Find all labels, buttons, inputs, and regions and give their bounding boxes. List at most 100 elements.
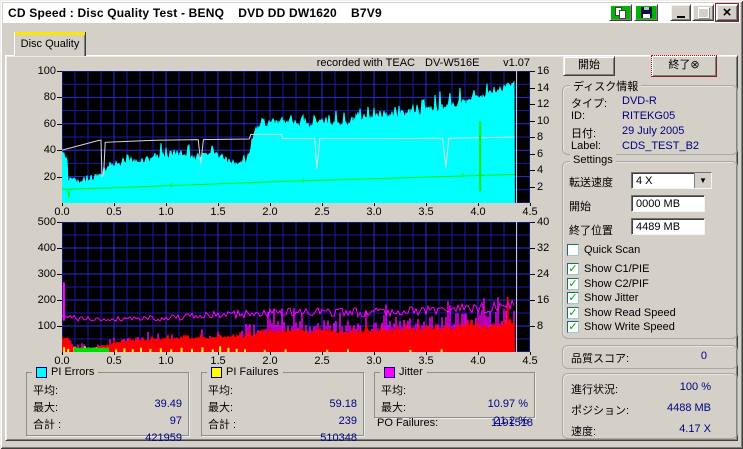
axis-tick-label: 2.5 xyxy=(314,206,330,218)
axis-tick-mark xyxy=(57,150,62,151)
close-button[interactable]: × xyxy=(716,4,738,21)
axis-tick-label: 0.5 xyxy=(106,355,122,367)
disc-info-row: ID: RITEKG05 xyxy=(571,110,733,123)
checkbox-box-icon: ✓ xyxy=(567,320,579,333)
progress-label: 速度: xyxy=(571,426,597,438)
axis-tick-mark xyxy=(426,203,427,206)
pi-errors-chart xyxy=(61,70,531,204)
settings-title: Settings xyxy=(570,154,616,166)
recorder-device-text: DV-W516E xyxy=(425,57,480,69)
exit-button[interactable]: 終了⊗ xyxy=(651,55,717,77)
axis-tick-label: 4.0 xyxy=(470,206,486,218)
axis-tick-mark xyxy=(530,104,535,105)
axis-tick-mark xyxy=(218,203,219,206)
quality-score-value: 0 xyxy=(700,350,707,362)
axis-tick-mark xyxy=(57,222,62,223)
checkbox-show-jitter[interactable]: ✓ Show Jitter xyxy=(567,291,638,304)
copy-button[interactable] xyxy=(609,4,632,21)
axis-tick-mark xyxy=(62,203,63,206)
axis-tick-label: 8 xyxy=(537,320,544,332)
checkbox-label: Show Read Speed xyxy=(584,306,676,319)
axis-tick-mark xyxy=(426,352,427,355)
disc-info-value: CDS_TEST_B2 xyxy=(622,140,700,152)
stat-label: 合計 : xyxy=(33,419,62,431)
version-text: v1.07 xyxy=(503,57,530,69)
axis-tick-label: 10 xyxy=(537,115,550,127)
end-position-input[interactable]: 4489 MB xyxy=(631,218,705,235)
axis-tick-mark xyxy=(530,88,535,89)
axis-tick-mark xyxy=(530,71,535,72)
minimize-button[interactable] xyxy=(670,4,691,21)
disc-info-label: Label: xyxy=(571,140,601,152)
tab-disc-quality[interactable]: Disc Quality xyxy=(14,32,86,56)
checkbox-show-write-speed[interactable]: ✓ Show Write Speed xyxy=(567,320,675,333)
stat-box-header: Jitter xyxy=(380,366,427,378)
stat-box-title: PI Errors xyxy=(51,366,95,378)
legend-swatch-icon xyxy=(211,366,222,378)
exit-icon: ⊗ xyxy=(690,59,700,71)
axis-tick-mark xyxy=(57,177,62,178)
axis-tick-mark xyxy=(530,187,535,188)
checkbox-show-c1-pie[interactable]: ✓ Show C1/PIE xyxy=(567,262,649,275)
stat-label: 合計 : xyxy=(208,419,237,431)
stat-label: 平均: xyxy=(381,385,407,397)
axis-tick-mark xyxy=(62,352,63,355)
axis-tick-label: 3.0 xyxy=(366,206,382,218)
axis-tick-label: 1.0 xyxy=(158,206,174,218)
axis-tick-mark xyxy=(322,203,323,206)
progress-row: ポジション: 4488 MB xyxy=(571,402,733,417)
stat-label: 最大: xyxy=(33,402,59,414)
axis-tick-label: 60 xyxy=(43,118,56,130)
maximize-button[interactable] xyxy=(692,4,714,21)
save-button[interactable] xyxy=(634,4,658,21)
stat-row: 最大: 97 xyxy=(33,399,182,427)
axis-tick-mark xyxy=(114,352,115,355)
axis-tick-mark xyxy=(530,154,535,155)
axis-tick-mark xyxy=(530,137,535,138)
axis-tick-label: 2 xyxy=(537,181,544,193)
disc-info-value: RITEKG05 xyxy=(622,110,676,122)
save-icon xyxy=(640,7,652,18)
axis-tick-label: 16 xyxy=(537,294,550,306)
axis-tick-mark xyxy=(530,326,535,327)
axis-tick-mark xyxy=(57,124,62,125)
axis-tick-mark xyxy=(530,170,535,171)
axis-tick-mark xyxy=(57,326,62,327)
axis-tick-mark xyxy=(166,203,167,206)
axis-tick-label: 6 xyxy=(537,148,544,160)
checkbox-box-icon: ✓ xyxy=(567,306,579,319)
progress-group: 進行状況: 100 % ポジション: 4488 MB 速度: 4.17 X xyxy=(562,373,738,439)
stat-row: 合計 : 421959 xyxy=(33,416,182,444)
axis-tick-mark xyxy=(114,203,115,206)
axis-tick-label: 400 xyxy=(37,242,56,254)
stat-box-header: PI Errors xyxy=(32,366,99,378)
axis-tick-mark xyxy=(530,203,531,206)
axis-tick-label: 20 xyxy=(43,171,56,183)
axis-tick-label: 200 xyxy=(37,294,56,306)
stat-label: 平均: xyxy=(208,385,234,397)
stat-box-title: PI Failures xyxy=(226,366,279,378)
disc-info-row: 日付: 29 July 2005 xyxy=(571,125,733,140)
stat-value: 510348 xyxy=(320,432,357,444)
axis-tick-label: 4 xyxy=(537,164,544,176)
axis-tick-mark xyxy=(530,121,535,122)
stat-label: 最大: xyxy=(381,402,407,414)
checkbox-quick-scan[interactable]: Quick Scan xyxy=(567,243,640,256)
start-position-input[interactable]: 0000 MB xyxy=(631,195,705,212)
progress-row: 速度: 4.17 X xyxy=(571,423,733,438)
speed-combobox[interactable]: 4 X ▼ xyxy=(631,172,712,189)
checkbox-label: Show C1/PIE xyxy=(584,262,650,275)
start-button[interactable]: 開始 xyxy=(563,56,615,76)
axis-tick-label: 100 xyxy=(37,65,56,77)
stat-box-header: PI Failures xyxy=(207,366,283,378)
progress-label: ポジション: xyxy=(571,405,630,417)
checkbox-show-c2-pif[interactable]: ✓ Show C2/PIF xyxy=(567,277,649,290)
stat-row: 平均: 10.97 % xyxy=(381,382,528,410)
checkbox-show-read-speed[interactable]: ✓ Show Read Speed xyxy=(567,306,676,319)
axis-tick-label: 80 xyxy=(43,91,56,103)
axis-tick-label: 1.0 xyxy=(158,355,174,367)
chevron-down-icon[interactable]: ▼ xyxy=(694,173,711,188)
axis-tick-label: 2.0 xyxy=(262,206,278,218)
maximize-icon xyxy=(697,7,709,18)
axis-tick-label: 300 xyxy=(37,268,56,280)
